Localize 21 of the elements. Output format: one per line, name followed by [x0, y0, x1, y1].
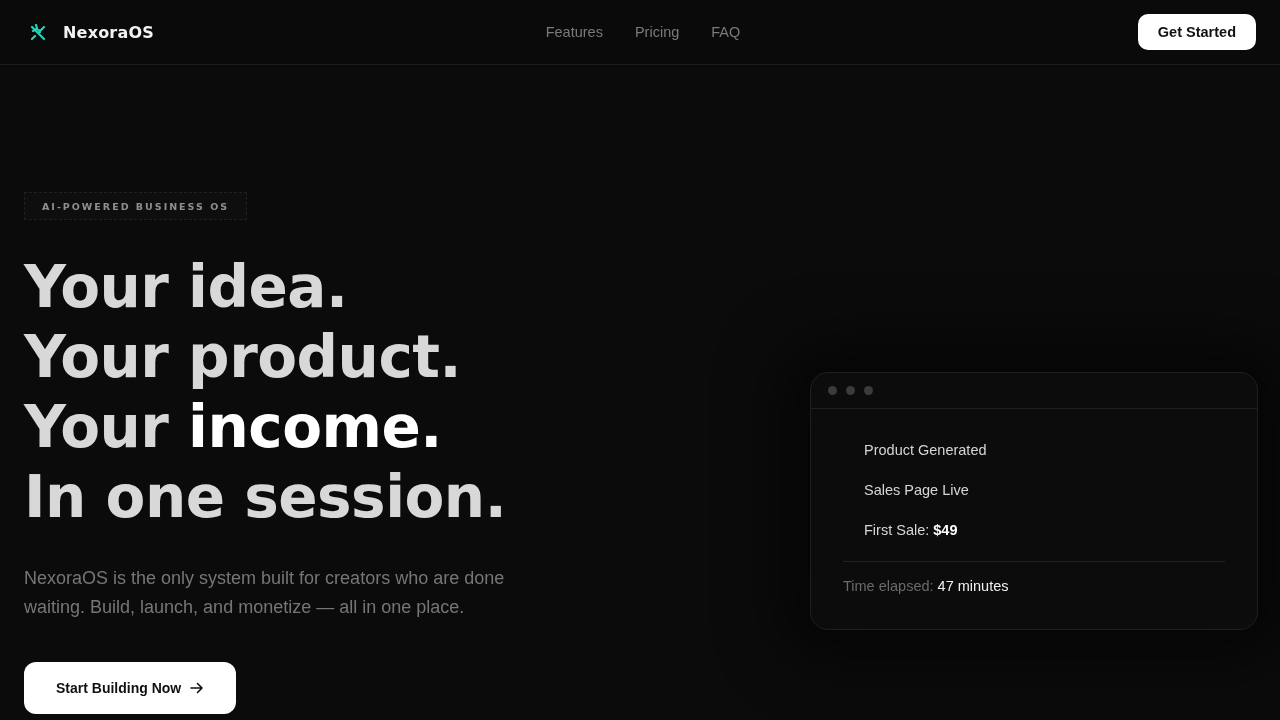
nav-link[interactable]: Pricing [634, 24, 680, 40]
nav-link[interactable]: FAQ [711, 24, 741, 40]
step-text: Sales Page Live [863, 481, 969, 500]
window-dot-icon [846, 386, 855, 395]
time-elapsed-text: Time elapsed: 47 minutes [843, 578, 1009, 594]
get-started-button[interactable]: Get Started [1137, 14, 1256, 50]
tagline-badge: AI-POWERED BUSINESS OS [24, 192, 248, 220]
brand-name: NexoraOS [63, 22, 154, 42]
headline-line: Your product. [24, 322, 462, 392]
window-dot-icon [828, 386, 837, 395]
headline-line: Your income. [24, 392, 442, 462]
nav-link[interactable]: Features [545, 24, 603, 40]
step-text: Product Generated [863, 441, 987, 460]
arrow-right-icon [190, 682, 205, 694]
step-text: First Sale: $49 [863, 521, 958, 540]
window-dot-icon [864, 386, 873, 395]
headline-line: In one session. [24, 462, 507, 532]
hero-description: NexoraOS is the only system built for creators who are done waiting. Build, launch, and monetize — all in one place. [24, 567, 506, 619]
headline-line: Your idea. [24, 252, 348, 322]
logo-icon [30, 23, 47, 41]
start-building-button[interactable]: Start Building Now [24, 662, 237, 714]
